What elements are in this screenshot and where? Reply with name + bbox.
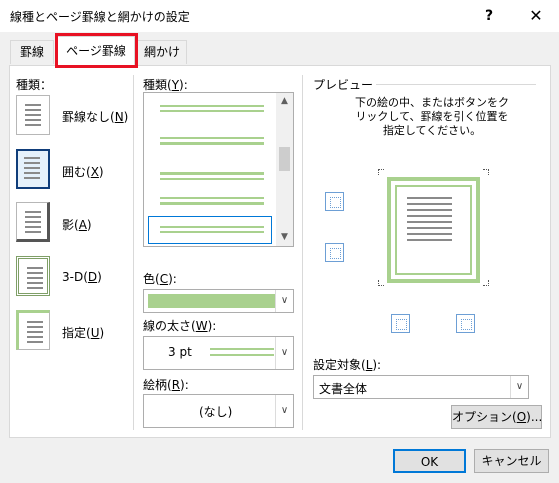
right-border-toggle[interactable] bbox=[456, 314, 475, 333]
style-option-double[interactable] bbox=[160, 105, 264, 112]
column-divider bbox=[133, 75, 134, 430]
chevron-down-icon: ∨ bbox=[275, 290, 293, 312]
left-border-toggle[interactable] bbox=[391, 314, 410, 333]
tab-highlight-box bbox=[55, 33, 138, 68]
style-listbox[interactable]: ▲ ▼ bbox=[143, 92, 294, 247]
help-button[interactable]: ? bbox=[466, 0, 512, 32]
bottom-border-toggle[interactable] bbox=[325, 243, 344, 262]
apply-to-value: 文書全体 bbox=[319, 382, 368, 396]
preview-corner-mark bbox=[378, 169, 384, 175]
cancel-button[interactable]: キャンセル bbox=[474, 449, 549, 473]
style-option-selected[interactable] bbox=[148, 216, 272, 244]
column-divider bbox=[302, 75, 303, 430]
scroll-down-icon[interactable]: ▼ bbox=[276, 229, 293, 246]
preview-corner-mark bbox=[483, 169, 489, 175]
style-label: 種類(Y): bbox=[143, 78, 188, 92]
setting-box-label[interactable]: 囲む(X) bbox=[62, 163, 104, 180]
setting-custom-icon[interactable] bbox=[16, 310, 50, 350]
art-label: 絵柄(R): bbox=[143, 378, 189, 392]
setting-none-icon[interactable] bbox=[16, 95, 50, 135]
close-button[interactable]: ✕ bbox=[513, 0, 559, 32]
apply-to-label: 設定対象(L): bbox=[313, 358, 382, 372]
preview-label: プレビュー bbox=[313, 78, 374, 92]
options-button[interactable]: オプション(O)... bbox=[451, 405, 542, 429]
width-sample bbox=[210, 348, 274, 360]
chevron-down-icon: ∨ bbox=[275, 395, 293, 427]
top-border-toggle[interactable] bbox=[325, 192, 344, 211]
setting-none-label[interactable]: 罫線なし(N) bbox=[62, 108, 128, 125]
preview-instructions: 下の絵の中、またはボタンをクリックして、罫線を引く位置を指定してください。 bbox=[355, 96, 509, 137]
chevron-down-icon: ∨ bbox=[510, 376, 528, 398]
preview-page[interactable] bbox=[387, 177, 480, 283]
color-dropdown[interactable]: ∨ bbox=[143, 289, 294, 313]
scroll-up-icon[interactable]: ▲ bbox=[276, 93, 293, 110]
style-scrollbar[interactable]: ▲ ▼ bbox=[276, 93, 293, 246]
width-label: 線の太さ(W): bbox=[143, 319, 217, 333]
setting-3d-icon[interactable] bbox=[16, 256, 50, 296]
preview-corner-mark bbox=[378, 280, 384, 286]
apply-to-dropdown[interactable]: 文書全体 ∨ bbox=[313, 375, 529, 399]
art-dropdown[interactable]: (なし) ∨ bbox=[143, 394, 294, 428]
style-option-thick-thin[interactable] bbox=[160, 137, 264, 145]
setting-shadow-label[interactable]: 影(A) bbox=[62, 216, 92, 233]
chevron-down-icon: ∨ bbox=[275, 337, 293, 369]
setting-box-icon[interactable] bbox=[16, 149, 50, 189]
setting-shadow-icon[interactable] bbox=[16, 202, 50, 242]
tab-shading[interactable]: 網かけ bbox=[137, 40, 187, 64]
setting-custom-label[interactable]: 指定(U) bbox=[62, 324, 104, 341]
preview-rule bbox=[376, 84, 536, 85]
ok-button[interactable]: OK bbox=[393, 449, 466, 473]
style-option-triple[interactable] bbox=[160, 197, 264, 205]
width-value: 3 pt bbox=[168, 345, 192, 359]
art-value: (なし) bbox=[199, 405, 233, 419]
setting-label: 種類： bbox=[16, 78, 53, 92]
tab-borders[interactable]: 罫線 bbox=[10, 40, 54, 64]
window-title: 線種とページ罫線と網かけの設定 bbox=[10, 10, 190, 24]
scroll-thumb[interactable] bbox=[279, 147, 290, 171]
preview-corner-mark bbox=[483, 280, 489, 286]
setting-3d-label[interactable]: 3-D(D) bbox=[62, 270, 102, 284]
width-dropdown[interactable]: 3 pt ∨ bbox=[143, 336, 294, 370]
style-option-thin-thick[interactable] bbox=[160, 169, 264, 180]
color-label: 色(C): bbox=[143, 272, 177, 286]
color-swatch bbox=[148, 294, 276, 308]
